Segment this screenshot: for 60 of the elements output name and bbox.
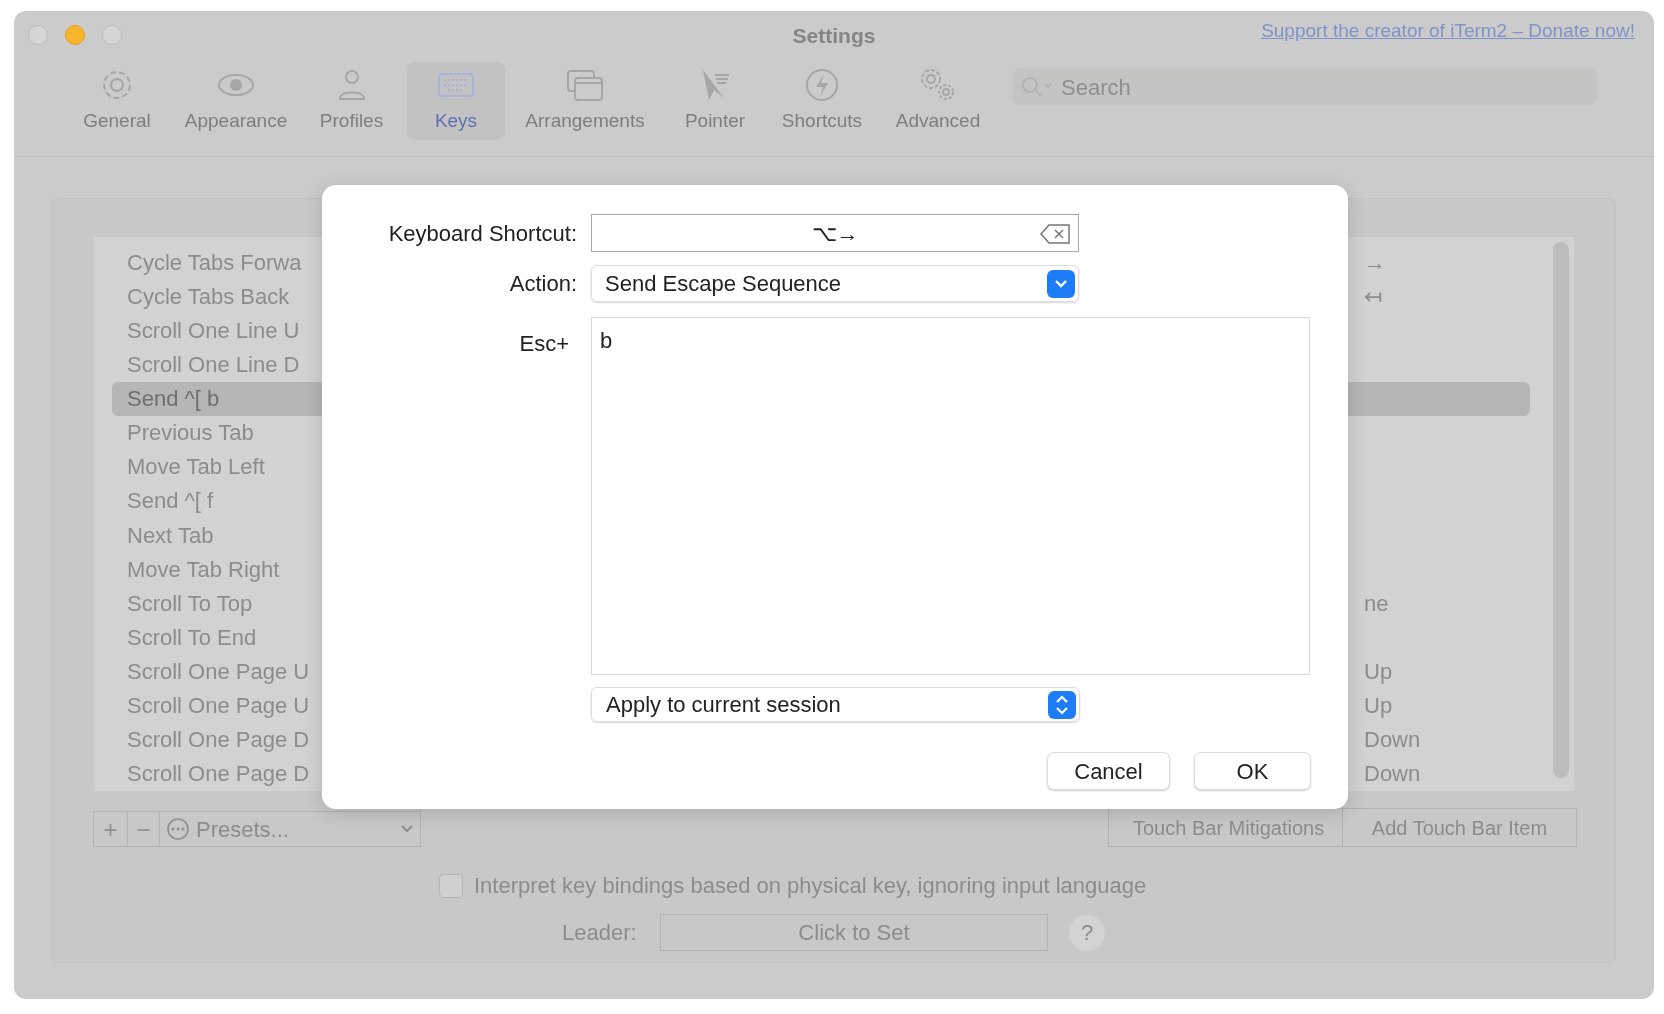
- field-label: Keyboard Shortcut:: [387, 219, 577, 248]
- chevron-icon: [1047, 269, 1075, 298]
- touch-bar-button[interactable]: Touch Bar Mitigations: [1109, 809, 1342, 846]
- action-dropdown[interactable]: Send Escape Sequence: [591, 265, 1079, 302]
- shortcut-text: →: [1364, 248, 1387, 277]
- remove-button[interactable]: −: [128, 812, 160, 846]
- action-name: Send ^[ b: [127, 385, 220, 414]
- minimize-button[interactable]: [65, 25, 85, 45]
- checkbox-label: Interpret key bindings based on physical key, ignoring input language: [474, 872, 1147, 900]
- escape-sequence-field[interactable]: b: [591, 317, 1310, 675]
- shortcut-text: ne: [1364, 589, 1390, 618]
- shortcut-text: ↤: [1364, 282, 1383, 311]
- action-name: Move Tab Right: [127, 555, 280, 584]
- toolbar-tab[interactable]: Advanced: [879, 62, 997, 140]
- checkbox[interactable]: [439, 873, 463, 898]
- zoom-button[interactable]: [102, 25, 122, 45]
- shortcut-text: Up: [1364, 692, 1394, 721]
- ok-button[interactable]: OK: [1194, 752, 1311, 790]
- toolbar-tab[interactable]: Pointer: [665, 62, 765, 140]
- toolbar-tab[interactable]: Appearance: [176, 62, 296, 140]
- action-name: Cycle Tabs Back: [127, 282, 290, 311]
- window-title: Settings: [792, 23, 876, 49]
- touch-bar-button[interactable]: Add Touch Bar Item: [1342, 809, 1576, 846]
- toolbar-tab[interactable]: Arrangements: [505, 62, 665, 140]
- toolbar-tab[interactable]: Profiles: [296, 62, 407, 140]
- field-label: Esc+: [518, 330, 570, 358]
- action-name: Scroll One Page U: [127, 692, 310, 721]
- action-name: Scroll To End: [127, 623, 257, 652]
- stepper-icon: [1048, 690, 1076, 719]
- shortcut-field[interactable]: ⌥→: [591, 214, 1079, 252]
- action-name: Scroll One Line D: [127, 350, 300, 379]
- toolbar-tab[interactable]: Keys: [407, 62, 505, 140]
- action-name: Move Tab Left: [127, 453, 265, 482]
- action-name: Previous Tab: [127, 419, 254, 448]
- chevron-icon: [400, 824, 414, 834]
- scope-dropdown[interactable]: Apply to current session: [591, 687, 1080, 722]
- cancel-button[interactable]: Cancel: [1047, 752, 1170, 790]
- toolbar-tab[interactable]: Shortcuts: [765, 62, 879, 140]
- leader-label: Leader:: [562, 919, 638, 947]
- action-name: Scroll One Line U: [127, 316, 300, 345]
- donate-link[interactable]: Support the creator of iTerm2 – Donate now!: [1261, 17, 1635, 46]
- presets-dropdown[interactable]: Presets...: [160, 812, 420, 846]
- clear-icon[interactable]: [1040, 223, 1072, 245]
- action-name: Next Tab: [127, 521, 214, 550]
- close-button[interactable]: [28, 25, 48, 45]
- action-name: Send ^[ f: [127, 487, 214, 516]
- action-name: Scroll One Page D: [127, 726, 310, 755]
- help-button[interactable]: ?: [1069, 914, 1105, 951]
- click-to-set-button[interactable]: Click to Set: [660, 914, 1048, 951]
- toolbar-tab[interactable]: General: [58, 62, 176, 140]
- shortcut-text: Down: [1364, 760, 1422, 789]
- action-name: Scroll One Page D: [127, 760, 310, 789]
- field-label: Action:: [508, 270, 577, 298]
- action-name: Scroll One Page U: [127, 658, 310, 687]
- action-name: Scroll To Top: [127, 589, 253, 618]
- add-button[interactable]: +: [94, 812, 128, 846]
- shortcut-text: Down: [1364, 726, 1422, 755]
- action-name: Cycle Tabs Forwa: [127, 248, 302, 277]
- more-icon: [166, 817, 190, 841]
- shortcut-text: Up: [1364, 658, 1394, 687]
